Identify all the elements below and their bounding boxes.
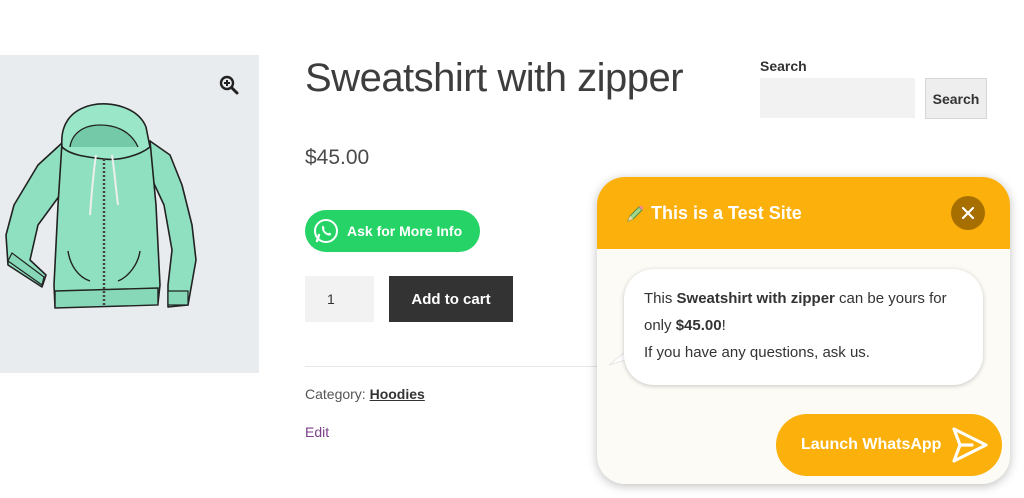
chat-widget: This is a Test Site This Sweatshirt with… — [597, 177, 1010, 484]
search-input[interactable] — [760, 78, 915, 118]
close-icon — [961, 206, 975, 220]
quantity-input[interactable] — [305, 276, 374, 322]
product-image — [5, 103, 197, 309]
chat-message: This Sweatshirt with zipper can be yours… — [624, 269, 983, 385]
ask-for-more-info-label: Ask for More Info — [347, 223, 463, 239]
search-button[interactable]: Search — [925, 78, 987, 119]
whatsapp-icon — [314, 219, 338, 243]
product-category: Category: Hoodies — [305, 386, 425, 402]
category-label: Category: — [305, 386, 366, 402]
send-icon — [952, 427, 988, 463]
product-title: Sweatshirt with zipper — [305, 56, 684, 100]
product-price: $45.00 — [305, 146, 370, 169]
message-text: ! — [721, 317, 726, 334]
close-button[interactable] — [951, 196, 985, 230]
message-price: $45.00 — [675, 317, 722, 334]
message-product-name: Sweatshirt with zipper — [676, 290, 835, 307]
message-text: If you have any questions, ask us. — [644, 344, 870, 361]
message-text: This — [644, 290, 677, 307]
search-label: Search — [760, 58, 807, 74]
pencil-icon — [627, 205, 644, 222]
chat-title: This is a Test Site — [625, 203, 802, 224]
category-link-hoodies[interactable]: Hoodies — [370, 386, 425, 402]
chat-header: This is a Test Site — [597, 177, 1010, 249]
ask-for-more-info-button[interactable]: Ask for More Info — [305, 210, 480, 252]
add-to-cart-button[interactable]: Add to cart — [389, 276, 513, 322]
launch-whatsapp-button[interactable]: Launch WhatsApp — [776, 414, 1002, 476]
divider — [305, 366, 605, 367]
edit-link[interactable]: Edit — [305, 424, 329, 440]
launch-whatsapp-label: Launch WhatsApp — [801, 436, 942, 453]
chat-title-text: This is a Test Site — [651, 203, 802, 223]
